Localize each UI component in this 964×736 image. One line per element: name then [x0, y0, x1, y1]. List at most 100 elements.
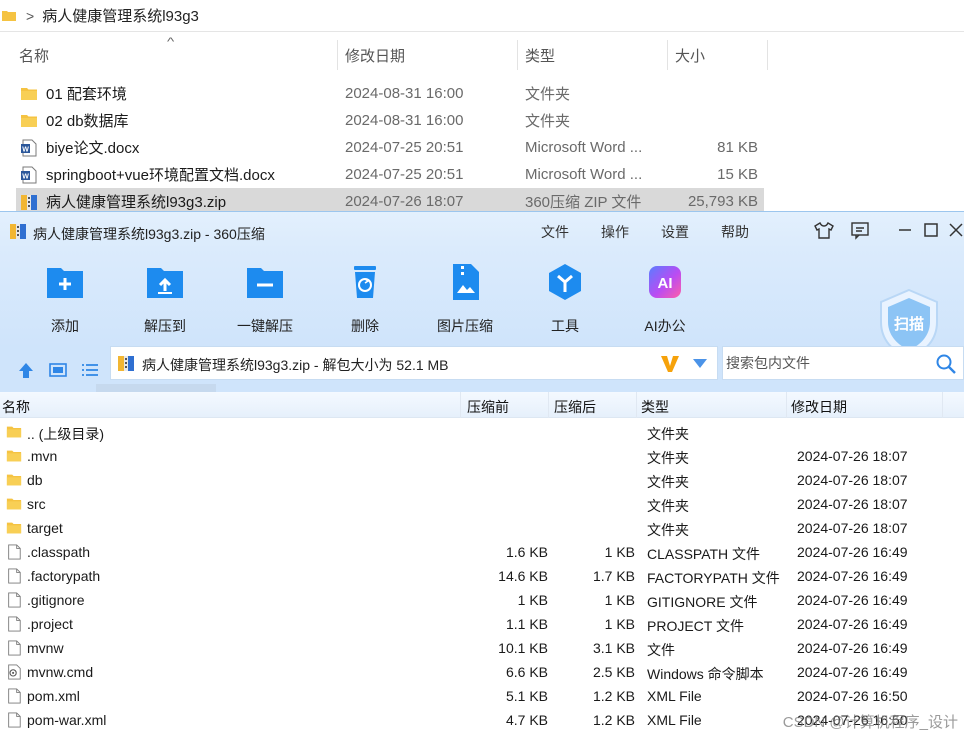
archive-row[interactable]: .classpath 1.6 KB 1 KB CLASSPATH 文件 2024-07-… [0, 540, 964, 564]
minimize-icon[interactable] [893, 218, 917, 242]
breadcrumb-path[interactable]: 病人健康管理系统l93g3 [42, 5, 199, 26]
skin-icon[interactable] [812, 218, 836, 242]
add-button[interactable]: 添加 [25, 260, 105, 336]
entry-type: GITIGNORE 文件 [647, 594, 758, 610]
archive-row[interactable]: pom.xml 5.1 KB 1.2 KB XML File 2024-07-26 16… [0, 684, 964, 708]
entry-modified-date: 2024-07-26 16:49 [797, 592, 908, 608]
size-before: 4.7 KB [505, 712, 548, 728]
one-click-extract-button[interactable]: 一键解压 [225, 260, 305, 336]
file-row[interactable]: 01 配套环境 2024-08-31 16:00 文件夹 [16, 80, 764, 107]
folder-icon [6, 426, 22, 438]
column-divider[interactable] [767, 40, 768, 70]
list-view-icon[interactable] [80, 361, 100, 379]
folder-icon [6, 498, 22, 510]
file-name: 01 配套环境 [46, 86, 127, 103]
archive-path-text: 病人健康管理系统l93g3.zip - 解包大小为 52.1 MB [142, 357, 449, 373]
horizontal-scrollbar-thumb[interactable] [96, 384, 216, 392]
column-divider[interactable] [786, 392, 787, 418]
column-header-name[interactable]: 名称 [19, 38, 49, 72]
file-type: 文件夹 [525, 86, 571, 103]
archive-row[interactable]: db 文件夹 2024-07-26 18:07 [0, 468, 964, 492]
menu-file[interactable]: 文件 [541, 222, 569, 242]
file-row[interactable]: Wspringboot+vue环境配置文档.docx 2024-07-25 20:… [16, 161, 764, 188]
column-header-before[interactable]: 压缩前 [467, 397, 509, 417]
extract-to-label: 解压到 [144, 318, 186, 334]
close-icon[interactable] [944, 218, 964, 242]
title-bar[interactable]: 病人健康管理系统l93g3.zip - 360压缩 文件 操作 设置 帮助 [0, 212, 964, 248]
archive-row[interactable]: .gitignore 1 KB 1 KB GITIGNORE 文件 2024-07-26… [0, 588, 964, 612]
menu-help[interactable]: 帮助 [721, 222, 749, 242]
size-before: 10.1 KB [498, 640, 548, 656]
entry-name: .classpath [27, 544, 91, 560]
column-divider[interactable] [636, 392, 637, 418]
entry-name: .mvn [27, 448, 58, 464]
entry-name: .. (上级目录) [27, 426, 104, 442]
column-divider[interactable] [548, 392, 549, 418]
ai-office-label: AI办公 [644, 318, 686, 334]
address-bar[interactable]: > 病人健康管理系统l93g3 [0, 0, 964, 32]
chevron-down-icon[interactable] [693, 359, 707, 368]
column-header-type[interactable]: 类型 [525, 38, 555, 72]
archive-row[interactable]: src 文件夹 2024-07-26 18:07 [0, 492, 964, 516]
entry-modified-date: 2024-07-26 16:49 [797, 616, 908, 632]
thumbnail-view-icon[interactable] [48, 361, 68, 379]
entry-type: 文件 [647, 642, 675, 658]
file-modified-date: 2024-07-25 20:51 [345, 139, 464, 156]
column-divider[interactable] [337, 40, 338, 70]
chevron-right-icon[interactable]: > [26, 8, 34, 24]
delete-label: 删除 [351, 318, 379, 334]
search-input[interactable] [723, 347, 933, 379]
archive-row[interactable]: mvnw.cmd 6.6 KB 2.5 KB Windows 命令脚本 2024-07-… [0, 660, 964, 684]
archive-row[interactable]: .. (上级目录) 文件夹 [0, 420, 964, 444]
up-arrow-icon[interactable] [16, 361, 36, 379]
one-click-extract-icon [247, 268, 283, 298]
archive-path-field[interactable]: 病人健康管理系统l93g3.zip - 解包大小为 52.1 MB [110, 346, 718, 380]
file-size: 25,793 KB [687, 193, 758, 210]
sort-ascending-icon: ^ [166, 36, 175, 48]
size-before: 14.6 KB [498, 568, 548, 584]
column-header-type[interactable]: 类型 [641, 397, 669, 417]
file-row[interactable]: Wbiye论文.docx 2024-07-25 20:51 Microsoft Wo… [16, 134, 764, 161]
entry-name: .project [27, 616, 73, 632]
entry-modified-date: 2024-07-26 18:07 [797, 448, 908, 464]
window-title: 病人健康管理系统l93g3.zip - 360压缩 [33, 226, 265, 242]
column-header-after[interactable]: 压缩后 [554, 397, 596, 417]
ai-office-button[interactable]: AI AI办公 [625, 260, 705, 336]
entry-modified-date: 2024-07-26 16:49 [797, 568, 908, 584]
tools-label: 工具 [551, 318, 579, 334]
archive-row[interactable]: .project 1.1 KB 1 KB PROJECT 文件 2024-07-26 1… [0, 612, 964, 636]
file-name: springboot+vue环境配置文档.docx [46, 167, 275, 184]
delete-button[interactable]: 删除 [325, 260, 405, 336]
column-divider[interactable] [942, 392, 943, 418]
zip-archive-icon [10, 224, 26, 239]
tools-button[interactable]: 工具 [525, 260, 605, 336]
entry-modified-date: 2024-07-26 16:49 [797, 544, 908, 560]
image-compress-icon [453, 264, 479, 300]
search-box[interactable] [722, 346, 964, 380]
archive-row[interactable]: target 文件夹 2024-07-26 18:07 [0, 516, 964, 540]
menu-settings[interactable]: 设置 [661, 222, 689, 242]
feedback-icon[interactable] [848, 218, 872, 242]
file-row[interactable]: 02 db数据库 2024-08-31 16:00 文件夹 [16, 107, 764, 134]
image-compress-label: 图片压缩 [437, 318, 493, 334]
extract-to-button[interactable]: 解压到 [125, 260, 205, 336]
search-icon[interactable] [935, 353, 957, 375]
menu-operation[interactable]: 操作 [601, 222, 629, 242]
recycle-bin-icon [354, 266, 376, 298]
column-header-modified[interactable]: 修改日期 [345, 38, 405, 72]
column-header-size[interactable]: 大小 [675, 38, 705, 72]
archive-row[interactable]: .mvn 文件夹 2024-07-26 18:07 [0, 444, 964, 468]
archive-row[interactable]: mvnw 10.1 KB 3.1 KB 文件 2024-07-26 16:49 [0, 636, 964, 660]
entry-modified-date: 2024-07-26 18:07 [797, 472, 908, 488]
column-divider[interactable] [667, 40, 668, 70]
entry-type: XML File [647, 712, 702, 728]
column-divider[interactable] [517, 40, 518, 70]
verified-v-icon[interactable] [659, 353, 681, 375]
maximize-icon[interactable] [919, 218, 943, 242]
image-compress-button[interactable]: 图片压缩 [425, 260, 505, 336]
column-header-modified[interactable]: 修改日期 [791, 397, 847, 417]
column-header-name[interactable]: 名称 [2, 397, 30, 417]
archive-row[interactable]: .factorypath 14.6 KB 1.7 KB FACTORYPATH 文件 2… [0, 564, 964, 588]
column-divider[interactable] [460, 392, 461, 418]
toolbar: 添加 解压到 一键解压 删除 图片压缩 工具 AI AI办公 扫描 [0, 248, 964, 360]
